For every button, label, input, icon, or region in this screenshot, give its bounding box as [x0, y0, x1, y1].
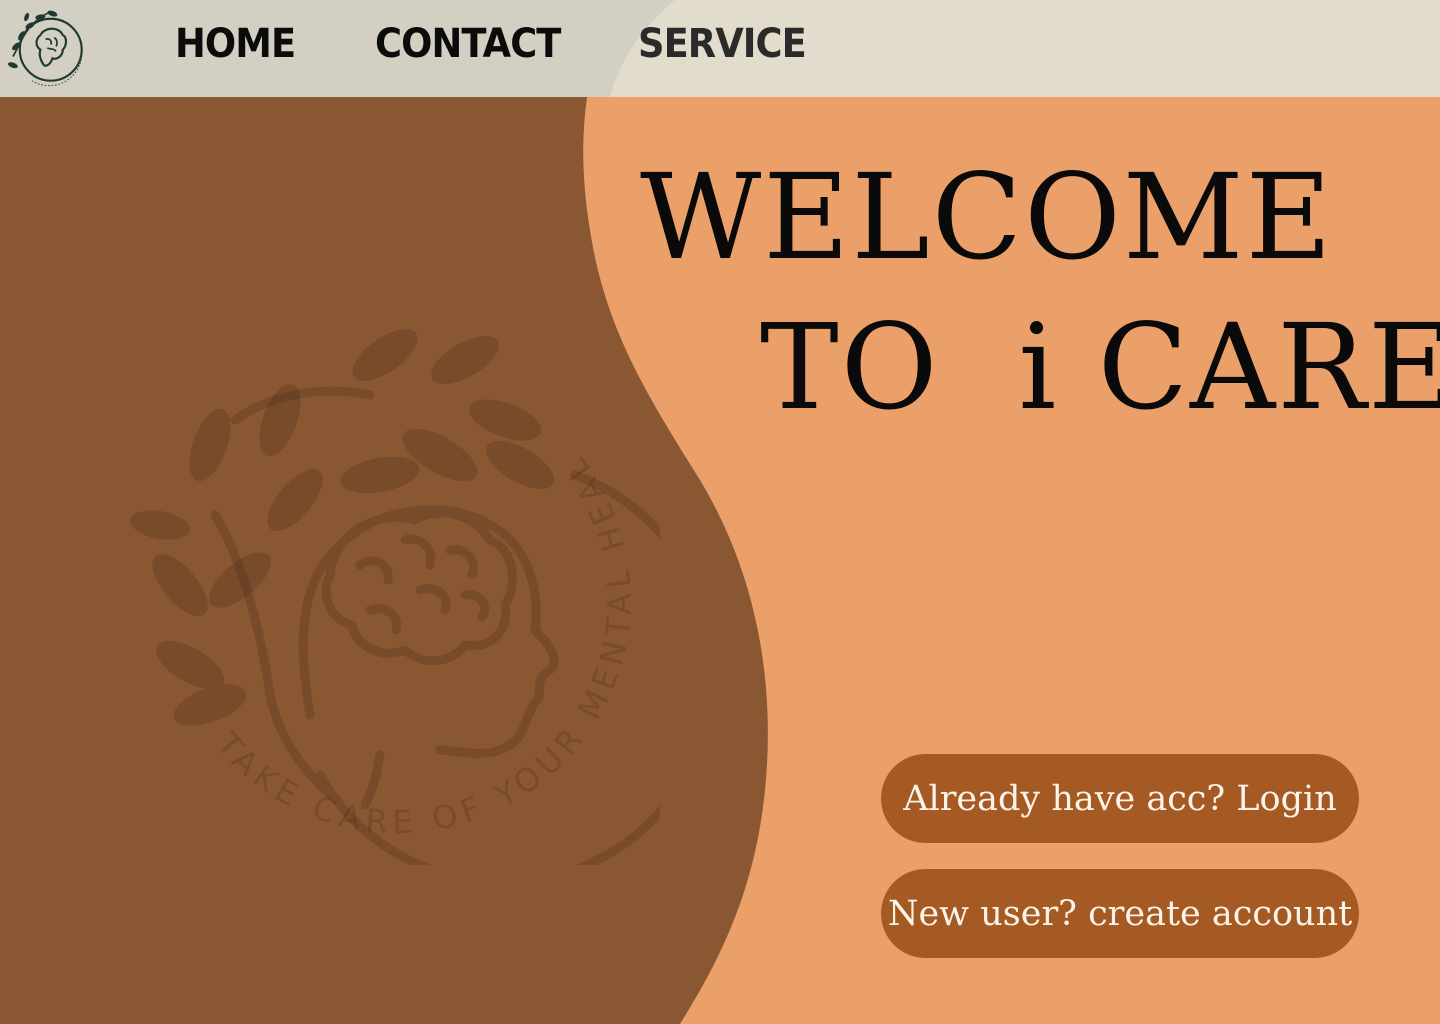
hero-title-line2: TO i CARE — [760, 298, 1440, 436]
nav-home[interactable]: HOME — [175, 24, 296, 64]
nav-contact[interactable]: CONTACT — [375, 24, 561, 64]
top-navbar: HOME CONTACT SERVICE — [0, 0, 1440, 97]
nav-service[interactable]: SERVICE — [638, 24, 807, 64]
brain-head-leaves-icon: TAKE CARE OF YOUR MENTAL HEALTH — [120, 325, 660, 865]
create-account-button[interactable]: New user? create account — [881, 869, 1359, 958]
login-button[interactable]: Already have acc? Login — [881, 754, 1359, 843]
hero-title-line1: WELCOME — [640, 148, 1334, 286]
logo-icon[interactable] — [6, 5, 92, 91]
